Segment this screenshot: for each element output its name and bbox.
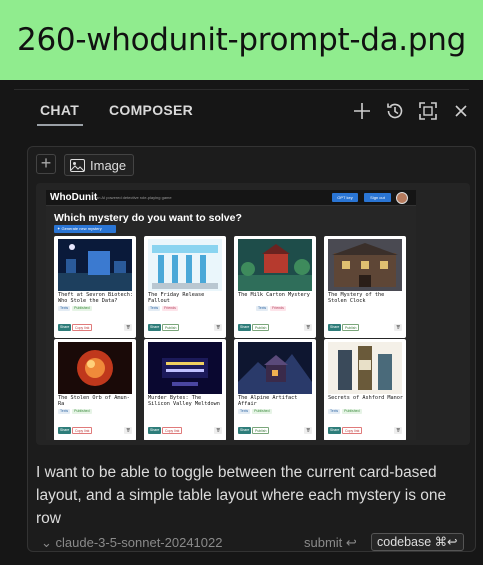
tag: Texts xyxy=(328,409,341,414)
chevron-down-icon: ⌄ xyxy=(41,535,56,550)
model-selector[interactable]: ⌄ claude-3-5-sonnet-20241022 xyxy=(41,535,222,551)
card-title: Secrets of Ashford Manor xyxy=(328,395,403,401)
delete-icon: 🗑 xyxy=(214,324,223,331)
tag: Texts xyxy=(148,306,161,311)
card-art xyxy=(238,239,312,291)
model-name: claude-3-5-sonnet-20241022 xyxy=(55,535,223,550)
card-action-button: Copy link xyxy=(342,427,363,434)
mystery-card: Secrets of Ashford Manor Texts Published … xyxy=(324,339,406,440)
mystery-card: The Friday Release Fallout Texts Friends … xyxy=(144,236,226,338)
tab-chat[interactable]: CHAT xyxy=(40,102,79,118)
active-tab-indicator xyxy=(37,124,83,126)
history-icon[interactable] xyxy=(384,100,406,122)
share-button: Share xyxy=(238,427,252,434)
tag: Friends xyxy=(270,306,286,311)
tag: Published xyxy=(252,409,272,414)
app-tagline: an AI powered detective role-playing gam… xyxy=(96,195,172,200)
delete-icon: 🗑 xyxy=(304,324,313,331)
card-action-button: Publish xyxy=(252,324,270,331)
tag: Texts xyxy=(58,409,71,414)
attached-screenshot: WhoDunit an AI powered detective role-pl… xyxy=(36,183,470,445)
card-art xyxy=(58,342,132,394)
composer-footer: ⌄ claude-3-5-sonnet-20241022 submit ↩ co… xyxy=(28,533,477,552)
prompt-message[interactable]: I want to be able to toggle between the … xyxy=(36,461,456,530)
card-action-button: Copy link xyxy=(72,427,93,434)
share-button: Share xyxy=(148,427,162,434)
tag: Published xyxy=(72,409,92,414)
divider xyxy=(14,89,469,90)
app-name: WhoDunit xyxy=(50,192,98,203)
tag: Texts xyxy=(238,409,251,414)
expand-icon[interactable] xyxy=(417,100,439,122)
delete-icon: 🗑 xyxy=(304,427,313,434)
card-art xyxy=(238,342,312,394)
delete-icon: 🗑 xyxy=(124,427,133,434)
tag: Published xyxy=(342,409,362,414)
mystery-card: The Alpine Artifact Affair Texts Publishe… xyxy=(234,339,316,440)
submit-button[interactable]: submit ↩ xyxy=(304,535,357,551)
chat-panel: CHAT COMPOSER + Image WhoDunit an AI pow… xyxy=(0,80,483,565)
image-chip-label: Image xyxy=(90,157,127,173)
add-context-button[interactable]: + xyxy=(36,154,56,174)
share-button: Share xyxy=(238,324,252,331)
share-button: Share xyxy=(328,324,342,331)
tag: Texts xyxy=(58,306,71,311)
card-art xyxy=(328,239,402,291)
share-button: Share xyxy=(328,427,342,434)
filename-banner: 260-whodunit-prompt-da.png xyxy=(0,0,483,80)
codebase-button[interactable]: codebase ⌘↩ xyxy=(371,533,464,551)
card-title: The Stolen Orb of Amun-Ra xyxy=(58,395,130,407)
card-title: The Milk Carton Mystery xyxy=(238,292,310,298)
card-action-button: Copy link xyxy=(162,427,183,434)
card-action-button: Copy link xyxy=(72,324,93,331)
card-art xyxy=(148,342,222,394)
card-art xyxy=(328,342,402,394)
filename-text: 260-whodunit-prompt-da.png xyxy=(17,22,466,58)
card-action-button: Publish xyxy=(342,324,360,331)
composer-box: + Image WhoDunit an AI powered detective… xyxy=(27,146,476,552)
close-icon[interactable] xyxy=(450,100,472,122)
mystery-card: Theft at Sevron Biotech: Who Stole the D… xyxy=(54,236,136,338)
card-art xyxy=(148,239,222,291)
card-art xyxy=(58,239,132,291)
plus-icon[interactable] xyxy=(351,100,373,122)
key-button: OPT key xyxy=(332,193,358,202)
mystery-card: The Mystery of the Stolen Clock Share Pub… xyxy=(324,236,406,338)
image-attachment-chip[interactable]: Image xyxy=(64,154,135,176)
mystery-card: The Stolen Orb of Amun-Ra Texts Published… xyxy=(54,339,136,440)
delete-icon: 🗑 xyxy=(124,324,133,331)
generate-mystery-button: ✦ Generate new mystery xyxy=(54,225,116,233)
card-title: The Friday Release Fallout xyxy=(148,292,205,304)
delete-icon: 🗑 xyxy=(394,427,403,434)
sign-out-button: Sign out xyxy=(364,193,391,202)
share-button: Share xyxy=(148,324,162,331)
whodunit-app-preview: WhoDunit an AI powered detective role-pl… xyxy=(46,190,416,440)
card-title: The Mystery of the Stolen Clock xyxy=(328,292,385,304)
image-icon xyxy=(70,158,85,172)
tag: Texts xyxy=(256,306,269,311)
delete-icon: 🗑 xyxy=(394,324,403,331)
card-action-button: Publish xyxy=(252,427,270,434)
delete-icon: 🗑 xyxy=(214,427,223,434)
tag: Friends xyxy=(162,306,178,311)
share-button: Share xyxy=(58,427,72,434)
share-button: Share xyxy=(58,324,72,331)
mystery-card: The Milk Carton Mystery Texts Friends Sha… xyxy=(234,236,316,338)
mystery-card: Murder Bytes: The Silicon Valley Meltdow… xyxy=(144,339,226,440)
card-action-button: Publish xyxy=(162,324,180,331)
tag: Published xyxy=(72,306,92,311)
card-title: The Alpine Artifact Affair xyxy=(238,395,298,407)
tab-composer[interactable]: COMPOSER xyxy=(109,102,193,118)
app-heading: Which mystery do you want to solve? xyxy=(54,212,242,224)
avatar xyxy=(396,192,408,204)
card-title: Theft at Sevron Biotech: Who Stole the D… xyxy=(58,292,133,304)
card-title: Murder Bytes: The Silicon Valley Meltdow… xyxy=(148,395,220,407)
app-header: WhoDunit an AI powered detective role-pl… xyxy=(46,190,416,206)
